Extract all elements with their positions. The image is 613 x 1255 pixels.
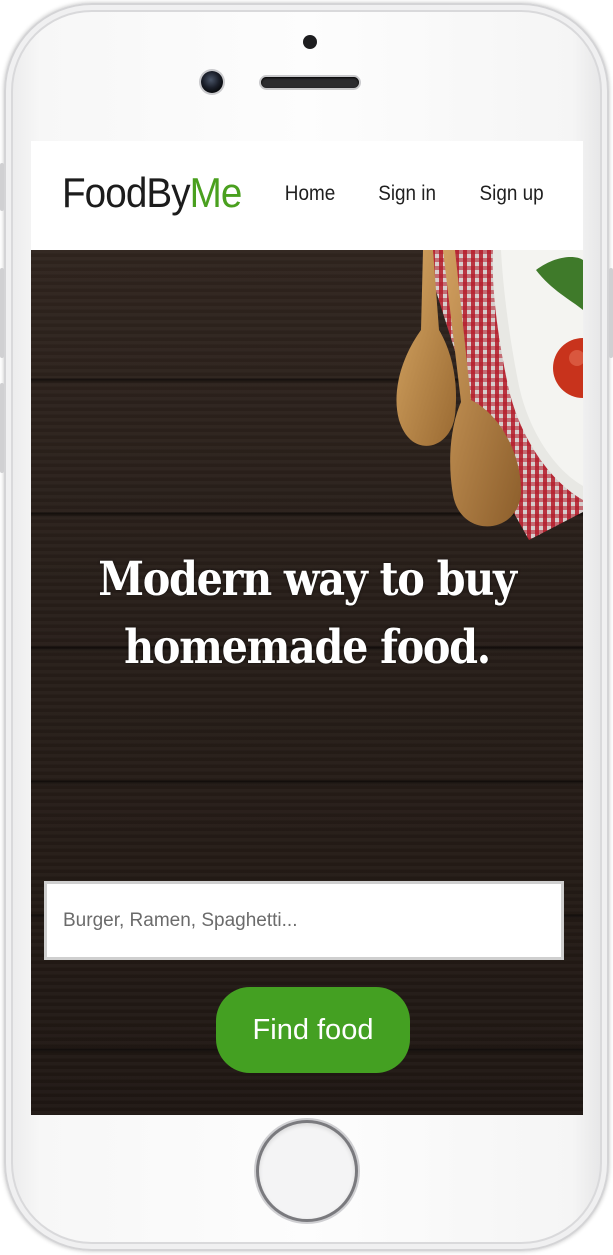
nav-links: Home Sign in Sign up — [282, 182, 547, 206]
proximity-sensor — [303, 35, 317, 49]
hero-headline: Modern way to buy homemade food. — [64, 546, 550, 682]
phone-screen: FoodByMe Home Sign in Sign up Modern way… — [31, 141, 583, 1115]
hero-section: Modern way to buy homemade food. Find fo… — [31, 250, 583, 1115]
power-button — [609, 268, 613, 358]
volume-up-button — [0, 268, 4, 358]
nav-link-sign-up[interactable]: Sign up — [479, 182, 543, 206]
find-food-button[interactable]: Find food — [216, 987, 410, 1073]
home-button[interactable] — [259, 1123, 355, 1219]
hero-headline-line1: Modern way to buy — [98, 552, 517, 608]
food-search-input[interactable] — [44, 881, 564, 960]
hero-headline-line2: homemade food. — [124, 620, 491, 676]
mute-switch — [0, 163, 4, 211]
nav-link-sign-in[interactable]: Sign in — [378, 182, 436, 206]
brand-name-part1: FoodBy — [62, 169, 191, 216]
front-camera-icon — [201, 71, 223, 93]
earpiece-speaker — [261, 77, 359, 88]
hero-background-food-image — [396, 250, 583, 540]
volume-down-button — [0, 383, 4, 473]
brand-name-part2: Me — [189, 169, 243, 216]
top-navbar: FoodByMe Home Sign in Sign up — [31, 141, 583, 250]
brand-logo[interactable]: FoodByMe — [62, 169, 242, 217]
nav-link-home[interactable]: Home — [284, 182, 334, 206]
